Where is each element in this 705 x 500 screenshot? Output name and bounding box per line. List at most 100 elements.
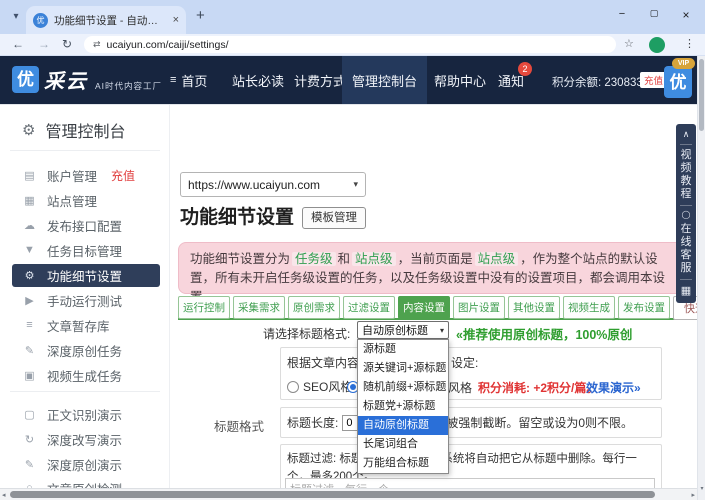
title-length-section: 标题长度: 被强制截断。留空或设为0则不限。 [280, 407, 662, 438]
title-format-select[interactable]: 自动原创标题 ▾ [357, 321, 449, 339]
dropdown-option[interactable]: 源关键词+源标题 [358, 359, 448, 378]
user-avatar[interactable]: 优 [664, 66, 692, 98]
radio-label-suffix: 风格 [448, 381, 473, 395]
nav-item-home[interactable]: ≡ 首页 [160, 56, 217, 104]
tab-collect-requirements[interactable]: 采集需求 [233, 296, 285, 319]
dropdown-option-selected[interactable]: 自动原创标题 [358, 416, 448, 435]
tab-original-requirements[interactable]: 原创需求 [288, 296, 340, 319]
points-cost-text: 积分消耗: +2积分/篇。 [478, 381, 599, 395]
site-select[interactable]: https://www.ucaiyun.com ▾ [180, 172, 366, 197]
sidebar-item-label: 发布接口配置 [47, 219, 123, 234]
nav-label: 计费方式 [294, 73, 347, 89]
sidebar-item-label: 账户管理 [47, 169, 98, 184]
url-text: ucaiyun.com/caiji/settings/ [106, 38, 229, 51]
grid-icon: ▦ [24, 194, 35, 207]
browser-tab[interactable]: 优 功能细节设置 - 自动文章采集 × [26, 6, 186, 34]
sidebar-item-body-recognition-demo[interactable]: ▢ 正文识别演示 [22, 405, 122, 423]
dropdown-option[interactable]: 长尾词组合 [358, 435, 448, 454]
logo-tagline: AI时代内容工厂 [95, 81, 163, 91]
tab-content-settings-active[interactable]: 内容设置 [398, 296, 450, 319]
sidebar-item-original-demo[interactable]: ✎ 深度原创演示 [22, 455, 122, 473]
sidebar-item-label: 视频生成任务 [47, 369, 123, 384]
online-service-link[interactable]: 在线客服 [680, 223, 692, 275]
browser-profile-avatar[interactable] [649, 37, 665, 53]
sidebar-item-deep-original-task[interactable]: ✎ 深度原创任务 [22, 341, 122, 359]
scroll-left-arrow-icon[interactable]: ◂ [2, 491, 6, 499]
scroll-down-arrow-icon[interactable]: ▾ [698, 485, 705, 492]
sidebar-item-rewrite-demo[interactable]: ↻ 深度改写演示 [22, 430, 122, 448]
dropdown-option[interactable]: 万能组合标题 [358, 454, 448, 473]
sidebar-title: ⚙ 管理控制台 [22, 118, 125, 142]
tab-video-generation[interactable]: 视频生成 [563, 296, 615, 319]
notice-box: 功能细节设置分为 任务级和站点级 ，当前页面是 站点级 ，作为整个站点的默认设置，所有未… [178, 242, 685, 304]
horizontal-scrollbar-thumb[interactable] [10, 491, 655, 498]
nav-item-console-active[interactable]: 管理控制台 [342, 56, 428, 104]
radio-seo-style[interactable]: SEO风格 [287, 378, 352, 395]
recommend-text: «推荐使用原创标题，100%原创 [456, 328, 633, 342]
site-select-value: https://www.ucaiyun.com [188, 177, 321, 192]
nav-label: 帮助中心 [434, 73, 487, 89]
tab-image-settings[interactable]: 图片设置 [453, 296, 505, 319]
qr-code-icon[interactable]: ▦ [681, 284, 691, 297]
back-button[interactable]: ← [12, 37, 24, 51]
monitor-icon: ▢ [24, 408, 35, 421]
funnel-icon: ▼ [24, 244, 35, 256]
divider [680, 279, 692, 280]
bookmark-star-icon[interactable]: ☆ [624, 37, 634, 50]
browser-menu-icon[interactable]: ⋮ [684, 37, 695, 50]
tab-filter-settings[interactable]: 过滤设置 [343, 296, 395, 319]
radio-icon[interactable] [287, 381, 299, 393]
refresh-icon: ↻ [24, 433, 35, 446]
dropdown-option[interactable]: 标题党+源标题 [358, 397, 448, 416]
dropdown-option[interactable]: 源标题 [358, 340, 448, 359]
sidebar-item-label: 深度原创任务 [47, 344, 123, 359]
sidebar-item-feature-settings-active[interactable]: ⚙ 功能细节设置 [12, 264, 160, 287]
nav-label: 管理控制台 [352, 73, 418, 89]
new-tab-button[interactable]: + [196, 7, 205, 24]
forward-button[interactable]: → [38, 37, 50, 51]
site-settings-icon[interactable]: ⇄ [93, 39, 101, 50]
sidebar-item-account[interactable]: ▤ 账户管理 充值 [22, 166, 135, 184]
window-close-button[interactable]: × [677, 8, 695, 22]
tab-other-settings[interactable]: 其他设置 [508, 296, 560, 319]
effect-demo-link[interactable]: 效果演示» [586, 379, 641, 396]
tab-run-control[interactable]: 运行控制 [178, 296, 230, 319]
radio-label: SEO风格 [303, 380, 353, 394]
site-favicon: 优 [33, 12, 48, 28]
sidebar-item-label: 深度改写演示 [47, 433, 123, 448]
play-icon: ▶ [25, 294, 34, 307]
style-line-text: 设定: [451, 356, 479, 370]
reload-button[interactable]: ↻ [62, 37, 72, 51]
video-tutorial-link[interactable]: 视频教程 [680, 149, 692, 201]
sidebar-item-task-targets[interactable]: ▼ 任务目标管理 [22, 241, 122, 259]
tab-close-icon[interactable]: × [173, 14, 179, 26]
recharge-link[interactable]: 充值 [111, 167, 135, 184]
sidebar-item-sites[interactable]: ▦ 站点管理 [22, 191, 97, 209]
dropdown-option[interactable]: 随机前缀+源标题 [358, 378, 448, 397]
template-manage-button[interactable]: 模板管理 [302, 207, 366, 229]
nav-item-notifications[interactable]: 通知 2 [488, 56, 534, 104]
sidebar-item-label: 站点管理 [47, 194, 98, 209]
window-maximize-button[interactable]: ▢ [645, 8, 663, 19]
vertical-scrollbar[interactable]: ▾ [697, 56, 705, 500]
horizontal-scrollbar[interactable]: ◂ ▸ [0, 488, 697, 500]
recharge-button[interactable]: 充值 [640, 72, 668, 88]
floating-service-bar: ∧ 视频教程 ◯ 在线客服 ▦ [676, 124, 696, 303]
sidebar-title-text: 管理控制台 [45, 124, 126, 141]
tab-publish-settings[interactable]: 发布设置 [618, 296, 670, 319]
sidebar-item-video-task[interactable]: ▣ 视频生成任务 [22, 366, 122, 384]
sidebar-item-manual-test[interactable]: ▶ 手动运行测试 [22, 291, 122, 309]
chevron-down-icon: ▾ [353, 179, 358, 189]
edit-icon: ✎ [24, 344, 35, 357]
vertical-scrollbar-thumb[interactable] [699, 59, 704, 131]
sidebar-item-article-buffer[interactable]: ≡ 文章暂存库 [22, 316, 109, 334]
divider [680, 205, 692, 206]
sidebar-item-publish-api[interactable]: ☁ 发布接口配置 [22, 216, 122, 234]
collapse-chevron-icon[interactable]: ∧ [683, 129, 690, 140]
address-bar[interactable]: ⇄ ucaiyun.com/caiji/settings/ [84, 36, 616, 53]
sidebar-divider [10, 150, 160, 151]
nav-item-help[interactable]: 帮助中心 [424, 56, 496, 104]
scroll-right-arrow-icon[interactable]: ▸ [691, 491, 695, 499]
tab-search-chevron-icon[interactable]: ▾ [8, 9, 24, 25]
window-minimize-button[interactable]: − [613, 8, 631, 20]
